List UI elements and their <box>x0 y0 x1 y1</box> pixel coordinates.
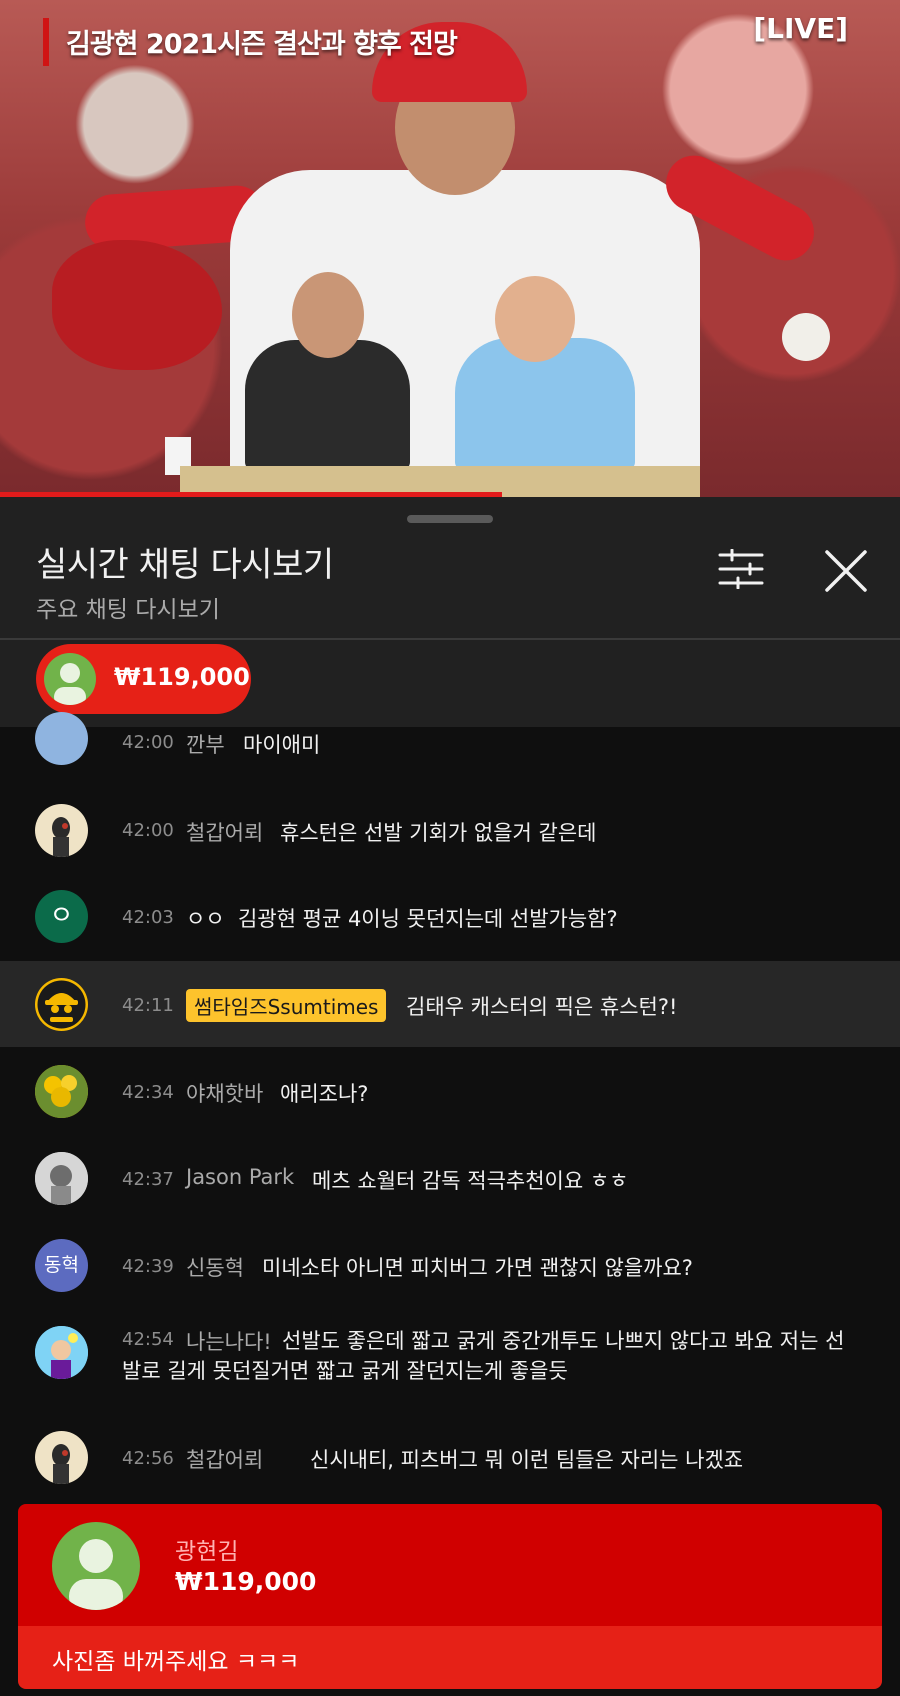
superchat-ticker-chip[interactable]: ₩119,000 <box>36 644 251 714</box>
filter-settings-icon[interactable] <box>718 549 764 589</box>
default-avatar-icon <box>54 663 86 705</box>
video-illustration <box>495 276 575 362</box>
message-text: 애리조나? <box>280 1082 369 1106</box>
chat-message[interactable]: 42:34 야채핫바 애리조나? <box>0 1048 900 1134</box>
close-icon[interactable] <box>824 549 868 593</box>
message-author: 철갑어뢰 <box>186 821 264 845</box>
avatar <box>35 1152 88 1205</box>
drag-handle[interactable] <box>407 515 493 523</box>
avatar <box>52 1522 140 1610</box>
message-author: ㅇㅇ <box>186 907 225 931</box>
avatar-image <box>35 1326 88 1379</box>
chat-message[interactable]: 동혁 42:39 신동혁 미네소타 아니면 피치버그 가면 괜찮지 않을까요? <box>0 1222 900 1308</box>
avatar: ㅇ <box>35 890 88 943</box>
chat-header: 실시간 채팅 다시보기 주요 채팅 다시보기 ₩119,000 <box>0 497 900 727</box>
avatar <box>44 653 96 705</box>
avatar-image <box>35 1065 88 1118</box>
message-author: 깐부 <box>186 733 225 757</box>
message-text: 김태우 캐스터의 픽은 휴스턴?! <box>406 995 678 1019</box>
superchat-body: 사진좀 바꺼주세요 ㅋㅋㅋ <box>18 1626 882 1689</box>
message-author: 신동혁 <box>186 1256 244 1280</box>
live-badge: [LIVE] <box>753 12 848 45</box>
default-avatar-icon <box>69 1539 123 1610</box>
avatar <box>35 978 88 1031</box>
channel-logo-icon <box>37 980 86 1029</box>
message-time: 42:34 <box>122 1082 174 1103</box>
chat-message[interactable]: 42:00 철갑어뢰 휴스턴은 선발 기회가 없을거 같은데 <box>0 787 900 873</box>
chat-message[interactable]: 42:37 Jason Park 메츠 쇼월터 감독 적극추천이요 ㅎㅎ <box>0 1135 900 1221</box>
chat-message[interactable]: ㅇ 42:03 ㅇㅇ 김광현 평균 4이닝 못던지는데 선발가능함? <box>0 873 900 959</box>
superchat-card[interactable]: 광현김 ₩119,000 사진좀 바꺼주세요 ㅋㅋㅋ <box>18 1504 882 1689</box>
chat-message[interactable]: 42:00 깐부 마이애미 <box>0 712 900 772</box>
avatar-image <box>52 817 70 857</box>
message-text: 마이애미 <box>243 733 321 757</box>
video-illustration <box>782 313 830 361</box>
message-text: 미네소타 아니면 피치버그 가면 괜찮지 않을까요? <box>262 1256 693 1280</box>
title-accent-bar <box>43 18 49 66</box>
video-illustration <box>52 240 222 370</box>
superchat-author: 광현김 <box>175 1539 239 1565</box>
message-author: 야채핫바 <box>186 1082 264 1106</box>
chat-mode-selector[interactable]: 주요 채팅 다시보기 <box>36 590 220 624</box>
avatar-image <box>52 1444 70 1484</box>
message-author: 철갑어뢰 <box>186 1448 264 1472</box>
message-text: 선발도 좋은데 짧고 굵게 중간개투도 나쁘지 않다고 봐요 저는 선발로 길게… <box>122 1329 845 1383</box>
chat-title: 실시간 채팅 다시보기 <box>36 545 334 585</box>
avatar <box>35 1431 88 1484</box>
message-author: Jason Park <box>186 1165 295 1189</box>
avatar <box>35 1065 88 1118</box>
video-player[interactable]: 김광현 2021시즌 결산과 향후 전망 [LIVE] <box>0 0 900 497</box>
chat-message-owner[interactable]: 42:11 썸타임즈Ssumtimes 김태우 캐스터의 픽은 휴스턴?! <box>0 961 900 1047</box>
message-time: 42:11 <box>122 995 174 1016</box>
avatar <box>35 1326 88 1379</box>
ticker-amount: ₩119,000 <box>114 663 250 691</box>
message-time: 42:56 <box>122 1448 174 1469</box>
avatar-image <box>35 1152 88 1205</box>
owner-badge: 썸타임즈Ssumtimes <box>186 989 387 1022</box>
message-time: 42:00 <box>122 732 174 753</box>
message-time: 42:39 <box>122 1256 174 1277</box>
video-illustration <box>245 340 410 470</box>
superchat-amount: ₩119,000 <box>175 1567 317 1596</box>
chat-message[interactable]: 42:54 나는나다! 선발도 좋은데 짧고 굵게 중간개투도 나쁘지 않다고 … <box>0 1309 900 1409</box>
message-text: 휴스턴은 선발 기회가 없을거 같은데 <box>280 821 597 845</box>
video-title: 김광현 2021시즌 결산과 향후 전망 <box>66 29 458 60</box>
message-time: 42:00 <box>122 820 174 841</box>
divider <box>0 638 900 640</box>
avatar <box>35 712 88 765</box>
message-time: 42:37 <box>122 1169 174 1190</box>
video-illustration <box>292 272 364 358</box>
message-time: 42:03 <box>122 907 174 928</box>
superchat-message: 사진좀 바꺼주세요 ㅋㅋㅋ <box>52 1649 300 1675</box>
message-text: 신시내티, 피츠버그 뭐 이런 팀들은 자리는 나겠죠 <box>310 1448 744 1472</box>
avatar: 동혁 <box>35 1239 88 1292</box>
message-text: 메츠 쇼월터 감독 적극추천이요 ㅎㅎ <box>312 1169 629 1193</box>
avatar <box>35 804 88 857</box>
message-text: 김광현 평균 4이닝 못던지는데 선발가능함? <box>238 907 618 931</box>
superchat-header: 광현김 ₩119,000 <box>18 1504 882 1626</box>
chat-message[interactable]: 42:56 철갑어뢰 신시내티, 피츠버그 뭐 이런 팀들은 자리는 나겠죠 <box>0 1414 900 1500</box>
